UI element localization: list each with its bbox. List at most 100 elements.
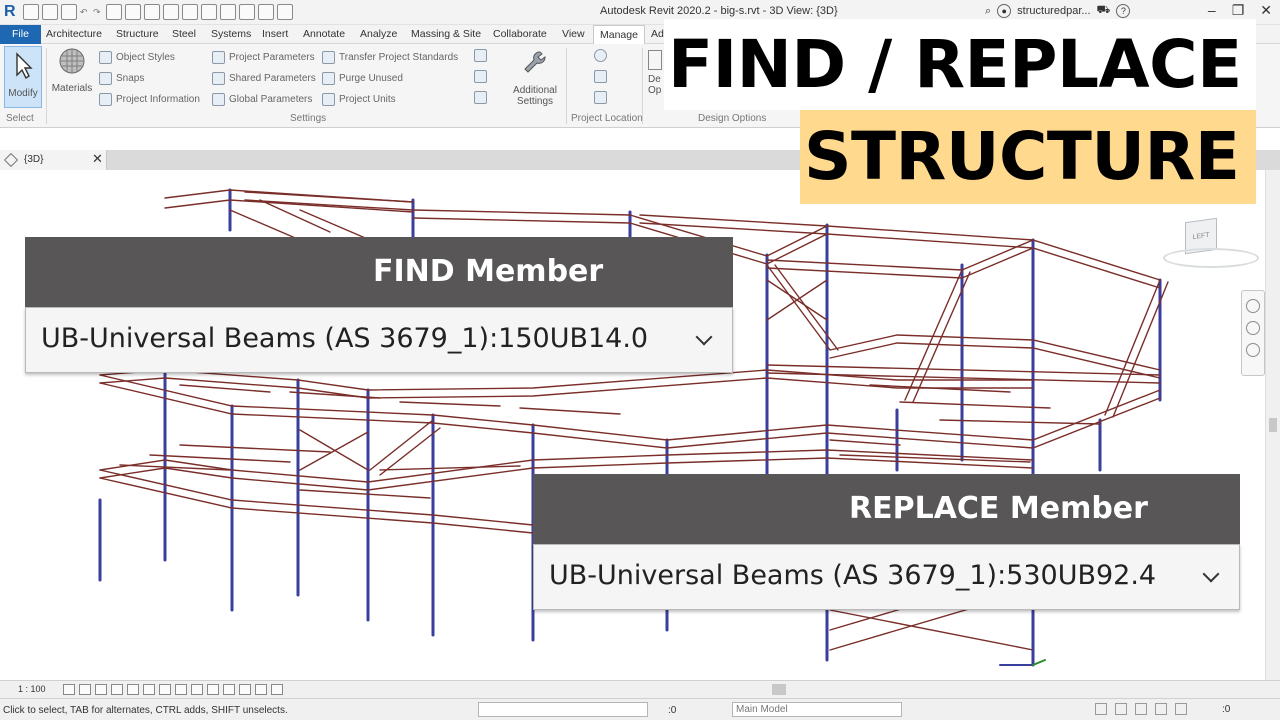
close-view-icon[interactable]: ✕ <box>92 151 103 167</box>
tab-analyze[interactable]: Analyze <box>354 27 403 41</box>
group-label-select[interactable]: Select <box>6 113 34 124</box>
user-icon[interactable]: ● <box>997 4 1012 18</box>
roof-beam[interactable] <box>244 191 414 211</box>
tab-massing-site[interactable]: Massing & Site <box>405 27 487 41</box>
filter-count[interactable]: :0 <box>1222 704 1230 715</box>
modify-button[interactable]: Modify <box>4 46 42 108</box>
undo-icon[interactable]: ↶ <box>80 4 90 20</box>
reveal-hidden-icon[interactable] <box>207 684 219 695</box>
detail-level-icon[interactable] <box>63 684 75 695</box>
tab-collaborate[interactable]: Collaborate <box>487 27 553 41</box>
coordinates-dropdown-icon[interactable] <box>474 70 487 83</box>
switch-windows-icon[interactable] <box>277 4 293 20</box>
project-parameters-button[interactable]: Project Parameters <box>212 51 315 64</box>
3d-view-icon[interactable] <box>201 4 217 20</box>
thin-lines-icon[interactable] <box>239 4 255 20</box>
tab-file[interactable]: File <box>0 25 41 44</box>
shadows-icon[interactable] <box>111 684 123 695</box>
brace[interactable] <box>766 279 828 321</box>
sync-icon[interactable] <box>61 4 77 20</box>
chevron-down-icon[interactable] <box>695 328 713 346</box>
open-icon[interactable] <box>23 4 39 20</box>
tab-insert[interactable]: Insert <box>256 27 294 41</box>
temporary-view-icon[interactable] <box>223 684 235 695</box>
workset-selector[interactable] <box>478 702 648 717</box>
position-dropdown-icon[interactable] <box>474 91 487 104</box>
crop-view-icon[interactable] <box>143 684 155 695</box>
select-by-face-icon[interactable] <box>1155 703 1167 715</box>
additional-settings-button[interactable]: Additional Settings <box>508 48 562 107</box>
brace[interactable] <box>369 419 441 476</box>
save-icon[interactable] <box>42 4 58 20</box>
global-parameters-button[interactable]: Global Parameters <box>212 93 312 106</box>
steering-wheel-icon[interactable] <box>1246 299 1260 313</box>
revit-logo-icon[interactable]: R <box>4 3 20 21</box>
tab-architecture[interactable]: Architecture <box>40 27 108 41</box>
show-crop-icon[interactable] <box>159 684 171 695</box>
replace-member-dropdown[interactable]: UB-Universal Beams (AS 3679_1):530UB92.4 <box>533 544 1240 610</box>
horizontal-scrollbar-thumb[interactable] <box>772 684 786 695</box>
location-globe-icon[interactable] <box>594 49 607 62</box>
close-icon[interactable]: ✕ <box>1260 2 1272 19</box>
highlight-displacement-icon[interactable] <box>255 684 267 695</box>
temporary-hide-icon[interactable] <box>191 684 203 695</box>
vertical-scrollbar[interactable] <box>1265 170 1280 680</box>
tab-annotate[interactable]: Annotate <box>297 27 351 41</box>
location-dropdown-icon[interactable] <box>474 49 487 62</box>
orbit-icon[interactable] <box>1246 343 1260 357</box>
analytical-model-icon[interactable] <box>239 684 251 695</box>
find-member-dropdown[interactable]: UB-Universal Beams (AS 3679_1):150UB14.0 <box>25 307 733 373</box>
maximize-icon[interactable]: ❐ <box>1232 2 1245 19</box>
materials-button[interactable]: Materials <box>50 46 94 94</box>
redo-icon[interactable]: ↷ <box>93 4 103 20</box>
view-tab-3d[interactable]: {3D} ✕ <box>0 150 107 170</box>
cart-icon[interactable]: ⛟ <box>1097 4 1111 18</box>
lock-view-icon[interactable] <box>175 684 187 695</box>
project-information-button[interactable]: Project Information <box>99 93 200 106</box>
object-styles-button[interactable]: Object Styles <box>99 51 175 64</box>
transfer-project-standards-button[interactable]: Transfer Project Standards <box>322 51 458 64</box>
snaps-button[interactable]: Snaps <box>99 72 144 85</box>
roof-beam[interactable] <box>164 189 414 213</box>
floor-beam[interactable] <box>99 369 1034 399</box>
drag-elements-icon[interactable] <box>1175 703 1187 715</box>
project-units-button[interactable]: Project Units <box>322 93 396 106</box>
print-icon[interactable] <box>106 4 122 20</box>
tab-structure[interactable]: Structure <box>110 27 165 41</box>
sun-path-icon[interactable] <box>95 684 107 695</box>
search-binoculars-icon[interactable]: ⌕ <box>985 5 991 18</box>
brace[interactable] <box>299 429 369 471</box>
tab-systems[interactable]: Systems <box>205 27 257 41</box>
tab-steel[interactable]: Steel <box>166 27 202 41</box>
shared-parameters-button[interactable]: Shared Parameters <box>212 72 316 85</box>
minimize-icon[interactable]: – <box>1208 2 1216 19</box>
joist[interactable] <box>119 444 521 499</box>
chevron-down-icon[interactable] <box>1202 565 1220 583</box>
section-icon[interactable] <box>220 4 236 20</box>
help-icon[interactable]: ? <box>1116 4 1131 18</box>
visual-style-icon[interactable] <box>79 684 91 695</box>
scrollbar-thumb[interactable] <box>1269 418 1277 432</box>
purge-unused-button[interactable]: Purge Unused <box>322 72 403 85</box>
roof-beam[interactable] <box>766 259 963 279</box>
text-icon[interactable] <box>182 4 198 20</box>
select-pinned-icon[interactable] <box>1135 703 1147 715</box>
render-icon[interactable] <box>127 684 139 695</box>
position-icon[interactable] <box>594 91 607 104</box>
user-name[interactable]: structuredpar... <box>1017 5 1090 17</box>
tab-manage[interactable]: Manage <box>593 25 645 45</box>
coordinates-icon[interactable] <box>594 70 607 83</box>
tab-view[interactable]: View <box>556 27 591 41</box>
dimension-icon[interactable] <box>144 4 160 20</box>
design-option-selector[interactable]: Main Model <box>732 702 902 717</box>
view-cube[interactable]: LEFT <box>1163 217 1259 273</box>
floor-beam[interactable] <box>99 374 1161 449</box>
floor-beam[interactable] <box>829 334 1161 379</box>
view-scale[interactable]: 1 : 100 <box>18 684 46 694</box>
reveal-constraints-icon[interactable] <box>271 684 283 695</box>
joist[interactable] <box>869 384 1101 425</box>
select-underlay-icon[interactable] <box>1115 703 1127 715</box>
tag-icon[interactable] <box>163 4 179 20</box>
zoom-icon[interactable] <box>1246 321 1260 335</box>
measure-icon[interactable] <box>125 4 141 20</box>
